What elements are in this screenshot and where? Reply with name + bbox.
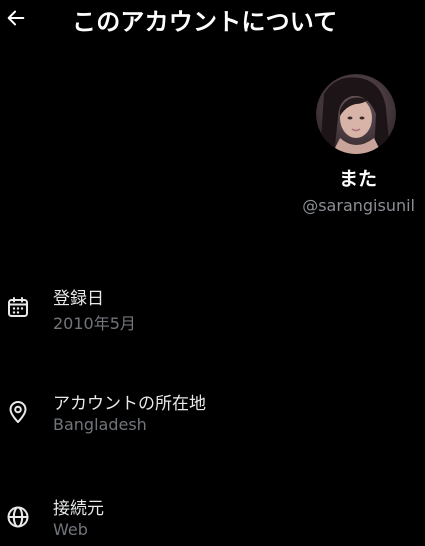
page-title: このアカウントについて: [72, 8, 338, 36]
calendar-icon: [8, 297, 28, 317]
back-button[interactable]: [2, 4, 30, 32]
info-label: アカウントの所在地: [53, 394, 206, 414]
info-value: 2010年5月: [53, 314, 136, 333]
handle: @sarangisunil: [302, 196, 415, 215]
info-label: 登録日: [53, 289, 104, 309]
avatar[interactable]: [316, 74, 396, 154]
profile-photo: [316, 74, 396, 154]
info-value: Web: [53, 520, 88, 539]
globe-icon: [7, 506, 29, 528]
info-row-connected-via: 接続元 Web: [0, 494, 425, 546]
info-row-location: アカウントの所在地 Bangladesh: [0, 389, 425, 441]
info-row-join-date: 登録日 2010年5月: [0, 284, 425, 336]
arrow-left-icon: [7, 10, 25, 26]
info-value: Bangladesh: [53, 415, 147, 434]
display-name: また: [338, 168, 377, 190]
location-pin-icon: [9, 401, 27, 423]
info-label: 接続元: [53, 499, 104, 519]
header-bar: このアカウントについて: [0, 0, 425, 36]
